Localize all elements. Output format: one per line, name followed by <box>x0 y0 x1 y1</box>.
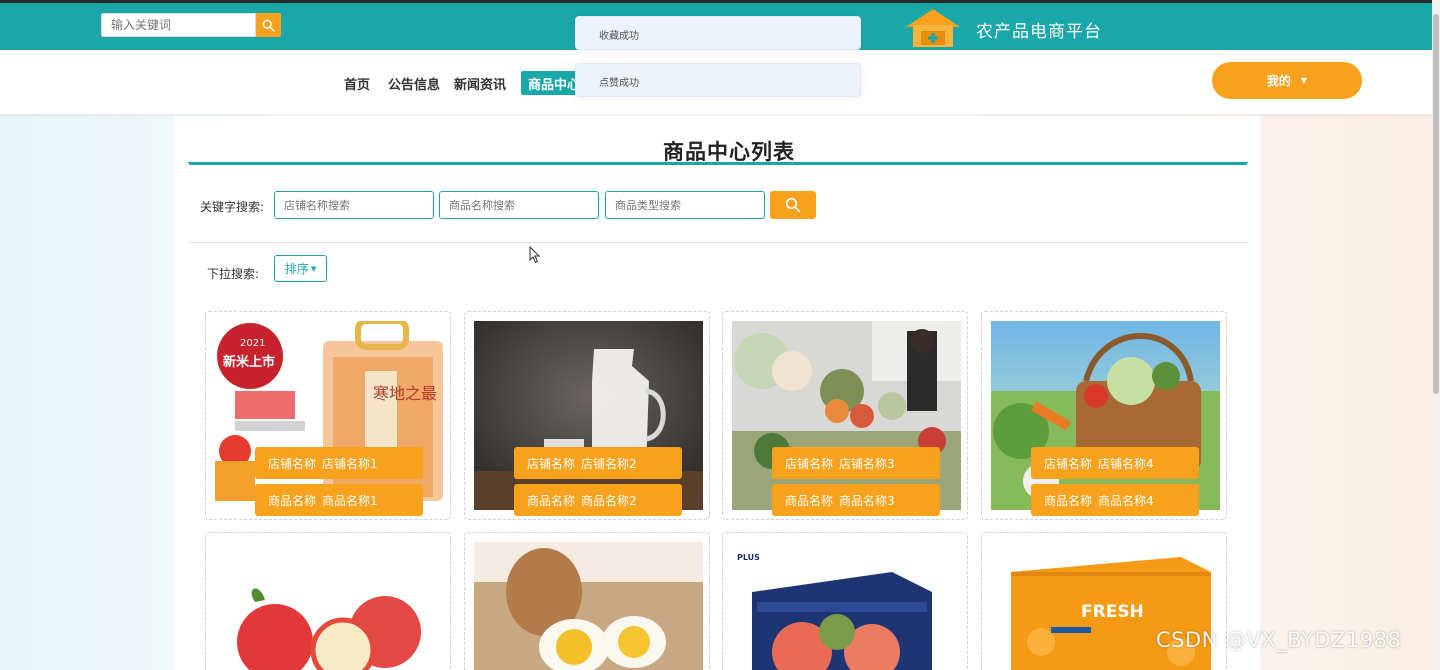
shop-name-tag: 店铺名称 店铺名称2 <box>514 447 682 479</box>
product-card[interactable]: 寒地之最 2021 新米上市 店铺名称 店铺名称1 商品名称 商品名称1 <box>205 311 451 520</box>
vegetable-market-image <box>732 321 961 510</box>
apple-image <box>215 542 444 670</box>
product-card[interactable] <box>464 532 710 670</box>
keyword-search-label: 关键字搜索: <box>200 200 265 214</box>
title-underline <box>188 162 1248 165</box>
caret-down-icon: ▼ <box>1300 76 1308 85</box>
nav-news[interactable]: 新闻资讯 <box>454 74 506 93</box>
section-divider <box>188 242 1248 243</box>
product-card[interactable]: PLUS <box>722 532 968 670</box>
fruit-box-image: PLUS <box>732 542 961 670</box>
vegetable-basket-image <box>991 321 1220 510</box>
toast-favorite-success: 收藏成功 <box>575 16 861 50</box>
product-name-search-input[interactable] <box>439 191 599 219</box>
product-type-search-input[interactable] <box>605 191 765 219</box>
sort-label: 排序 <box>284 262 309 276</box>
shop-name-tag: 店铺名称 店铺名称4 <box>1031 447 1199 479</box>
site-logo-icon <box>904 7 962 49</box>
mouse-cursor-icon <box>529 246 541 264</box>
shop-name-search-input[interactable] <box>274 191 434 219</box>
milk-jug-image <box>474 321 703 510</box>
sort-dropdown[interactable]: 排序 ▼ <box>274 255 327 282</box>
rice-badge-year: 2021 <box>240 338 265 349</box>
caret-down-icon: ▼ <box>310 264 317 273</box>
toast-like-success: 点赞成功 <box>575 63 861 97</box>
shop-name-tag: 店铺名称 店铺名称3 <box>772 447 940 479</box>
egg-image <box>474 542 703 670</box>
user-menu-button[interactable]: 我的 ▼ <box>1212 62 1362 99</box>
product-card[interactable]: 店铺名称 店铺名称3 商品名称 商品名称3 <box>722 311 968 520</box>
header-search <box>101 13 281 37</box>
product-name-tag: 商品名称 商品名称3 <box>772 484 940 516</box>
nav-home[interactable]: 首页 <box>344 74 370 93</box>
product-card[interactable] <box>205 532 451 670</box>
rice-bag-text: 寒地之最 <box>373 384 437 403</box>
nav-product-center[interactable]: 商品中心 <box>521 71 581 95</box>
product-name-tag: 商品名称 商品名称4 <box>1031 484 1199 516</box>
rice-badge-text: 新米上市 <box>223 354 275 370</box>
header-search-button[interactable] <box>256 13 281 37</box>
search-icon <box>785 197 801 213</box>
nav-notices[interactable]: 公告信息 <box>388 74 440 93</box>
plus-box-text: PLUS <box>737 553 760 562</box>
shop-name-tag: 店铺名称 店铺名称1 <box>255 447 423 479</box>
dropdown-search-label: 下拉搜索: <box>207 267 260 281</box>
site-title: 农产品电商平台 <box>976 22 1102 42</box>
product-name-tag: 商品名称 商品名称1 <box>255 484 423 516</box>
scrollbar-thumb[interactable] <box>1433 14 1439 394</box>
product-card[interactable]: 店铺名称 店铺名称4 商品名称 商品名称4 <box>981 311 1227 520</box>
fresh-box-text: FRESH <box>1081 602 1144 622</box>
header-search-input[interactable] <box>101 13 256 37</box>
product-card[interactable]: 店铺名称 店铺名称2 商品名称 商品名称2 <box>464 311 710 520</box>
csdn-watermark: CSDN @VX_BYDZ1988 <box>1156 628 1402 652</box>
product-name-tag: 商品名称 商品名称2 <box>514 484 682 516</box>
keyword-search-button[interactable] <box>770 191 816 219</box>
search-icon <box>262 19 275 32</box>
user-menu-label: 我的 <box>1266 74 1291 88</box>
rice-bag-image: 寒地之最 2021 新米上市 <box>215 321 444 510</box>
